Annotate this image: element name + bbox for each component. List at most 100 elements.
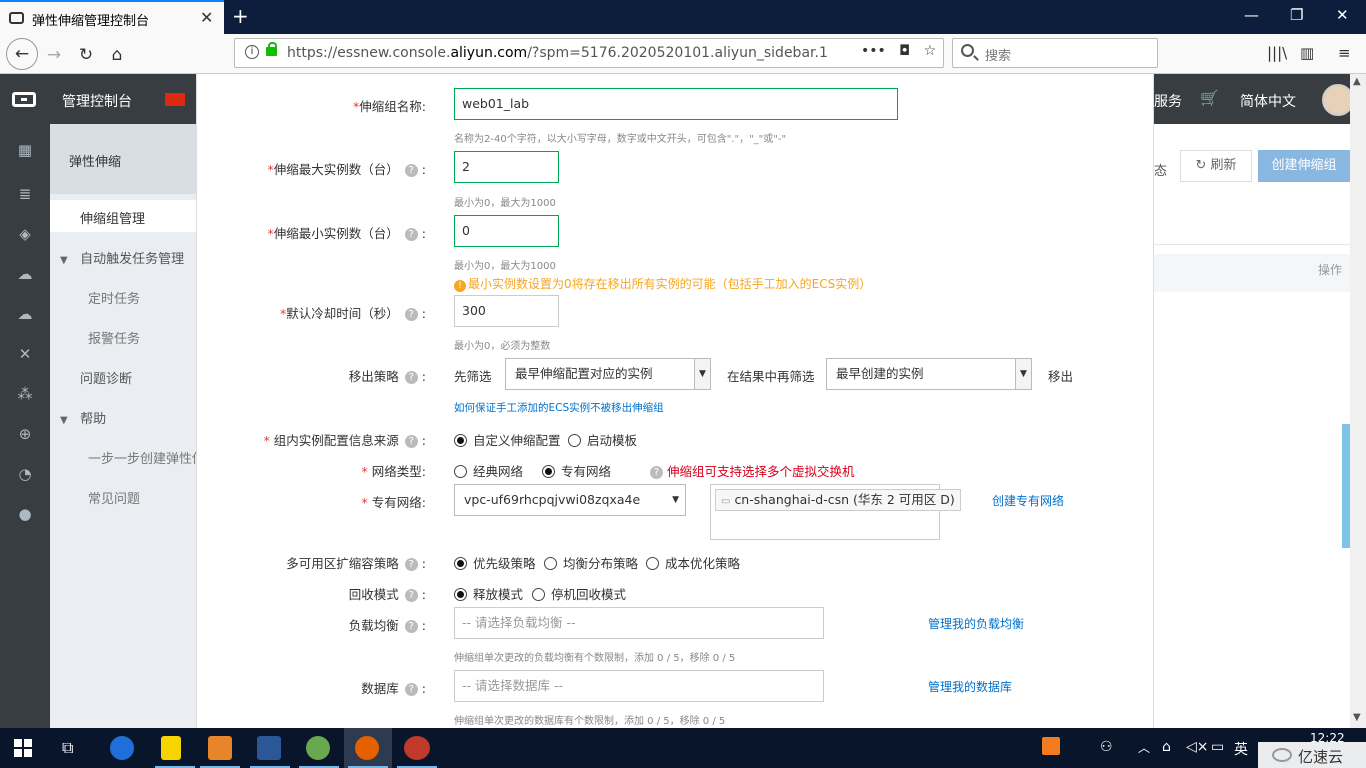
sidebar-item-alarm-tasks[interactable]: 报警任务 (88, 328, 140, 347)
url-text[interactable]: https://essnew.console.aliyun.com/?spm=5… (287, 45, 827, 61)
new-tab-icon[interactable]: + (232, 4, 249, 28)
help-icon[interactable]: ? (404, 308, 418, 321)
circle-icon[interactable]: ● (17, 506, 33, 522)
bookmark-star-icon[interactable]: ☆ (924, 43, 937, 59)
sidebar-item-auto-tasks[interactable]: ▼ 自动触发任务管理 (60, 248, 184, 267)
info-icon[interactable]: i (245, 45, 259, 59)
help-icon[interactable]: ? (404, 620, 418, 633)
color-app-icon[interactable] (306, 736, 330, 760)
gauge-icon[interactable]: ◔ (17, 466, 33, 482)
radio-balanced-policy[interactable]: 均衡分布策略 (544, 553, 638, 572)
minimize-icon[interactable]: — (1244, 6, 1259, 24)
manage-database-link[interactable]: 管理我的数据库 (928, 678, 1012, 695)
manage-load-balancer-link[interactable]: 管理我的负载均衡 (928, 615, 1024, 632)
help-icon[interactable]: ? (404, 683, 418, 696)
radio-custom-config[interactable]: 自定义伸缩配置 (454, 430, 561, 449)
scroll-up-icon[interactable]: ▲ (1353, 76, 1361, 87)
show-hidden-icons-icon[interactable]: ︿ (1138, 739, 1150, 756)
sidebar-item-scheduled-tasks[interactable]: 定时任务 (88, 288, 140, 307)
max-instances-input[interactable]: 2 (454, 151, 559, 183)
create-vpc-link[interactable]: 创建专有网络 (992, 492, 1064, 509)
address-bar[interactable]: i https://essnew.console.aliyun.com/?spm… (234, 38, 944, 68)
sidebar-item-help[interactable]: ▼ 帮助 (60, 408, 106, 427)
help-icon[interactable]: ? (404, 435, 418, 448)
ie-icon[interactable] (110, 736, 134, 760)
refresh-button[interactable]: ↻ 刷新 (1180, 150, 1252, 182)
sidebar-item-diagnosis[interactable]: 问题诊断 (80, 368, 132, 387)
help-icon[interactable]: ? (650, 466, 663, 479)
scroll-down-icon[interactable]: ▼ (1353, 712, 1361, 723)
more-actions-icon[interactable]: ••• (861, 43, 886, 59)
vswitch-box[interactable]: ▭ cn-shanghai-d-csn (华东 2 可用区 D) (710, 484, 961, 540)
radio-priority-policy[interactable]: 优先级策略 (454, 553, 536, 572)
people-icon[interactable]: ⚇ (1100, 739, 1113, 755)
radio-vpc[interactable]: 专有网络 (542, 461, 611, 480)
load-balancer-select[interactable]: -- 请选择负载均衡 -- (454, 607, 824, 639)
network-icon[interactable]: ⌂ (1162, 739, 1171, 755)
help-icon[interactable]: ? (404, 228, 418, 241)
vswitch-tag[interactable]: ▭ cn-shanghai-d-csn (华东 2 可用区 D) (715, 489, 961, 511)
shield-icon[interactable]: ◈ (17, 226, 33, 242)
server-icon[interactable]: ≣ (17, 186, 33, 202)
library-icon[interactable]: |||\ (1267, 44, 1287, 62)
help-icon[interactable]: ? (404, 558, 418, 571)
word-icon[interactable] (257, 736, 281, 760)
create-group-button[interactable]: 创建伸缩组 (1258, 150, 1350, 182)
floating-feedback-tab[interactable] (1342, 424, 1350, 548)
globe-icon[interactable]: ⊕ (17, 426, 33, 442)
first-filter-select[interactable]: 最早伸缩配置对应的实例 ▼ (505, 358, 711, 390)
input-method[interactable]: 英 (1234, 739, 1248, 759)
display-icon[interactable]: ▭ (1211, 739, 1224, 755)
removal-help-link[interactable]: 如何保证手工添加的ECS实例不被移出伸缩组 (454, 400, 664, 415)
back-arrow-icon[interactable]: ← (6, 38, 38, 70)
language-switch[interactable]: 简体中文 (1240, 91, 1296, 111)
home-icon[interactable]: ⌂ (105, 43, 129, 67)
aliyun-logo-icon[interactable] (12, 92, 36, 107)
outlook-icon[interactable] (208, 736, 232, 760)
sidebar-item-faq[interactable]: 常见问题 (88, 488, 140, 507)
tab-close-icon[interactable]: ✕ (200, 8, 213, 27)
help-icon[interactable]: ? (404, 164, 418, 177)
sticky-notes-icon[interactable] (161, 736, 181, 760)
window-close-icon[interactable]: ✕ (1336, 6, 1349, 24)
search-bar[interactable]: 搜索 (952, 38, 1158, 68)
browser-tab[interactable]: 弹性伸缩管理控制台 ✕ (0, 0, 224, 34)
radio-launch-template[interactable]: 启动模板 (568, 430, 637, 449)
help-icon[interactable]: ? (404, 371, 418, 384)
vpc-select[interactable]: vpc-uf69rhcpqjvwi08zqxa4e ▼ (454, 484, 686, 516)
restore-icon[interactable]: ❐ (1290, 6, 1303, 24)
page-scrollbar[interactable]: ▲ ▼ (1350, 74, 1366, 728)
cloud-upload-icon[interactable]: ☁ (17, 306, 33, 322)
then-filter-select[interactable]: 最早创建的实例 ▼ (826, 358, 1032, 390)
cluster-icon[interactable]: ⁂ (17, 386, 33, 402)
volume-icon[interactable]: ◁× (1186, 739, 1209, 755)
radio-release-mode[interactable]: 释放模式 (454, 584, 523, 603)
sidebar-item-group-management[interactable]: 伸缩组管理 (80, 208, 145, 227)
min-instances-input[interactable]: 0 (454, 215, 559, 247)
tools-icon[interactable]: ✕ (17, 346, 33, 362)
task-view-icon[interactable]: ⧉ (62, 738, 73, 758)
services-link[interactable]: 服务 (1154, 91, 1182, 111)
database-select[interactable]: -- 请选择数据库 -- (454, 670, 824, 702)
windows-start-icon[interactable] (14, 739, 32, 757)
grid-icon[interactable]: ▦ (17, 142, 33, 158)
radio-cost-policy[interactable]: 成本优化策略 (646, 553, 740, 572)
screenshot-app-icon[interactable] (404, 736, 430, 760)
pocket-icon[interactable]: ◘ (899, 43, 910, 59)
china-flag-icon[interactable] (165, 93, 185, 106)
reload-icon[interactable]: ↻ (74, 43, 98, 67)
help-icon[interactable]: ? (404, 589, 418, 602)
cloud-icon[interactable]: ☁ (17, 266, 33, 282)
menu-icon[interactable]: ≡ (1338, 44, 1351, 62)
console-link[interactable]: 管理控制台 (62, 91, 132, 111)
radio-stop-mode[interactable]: 停机回收模式 (532, 584, 626, 603)
sidebar-item-step-guide[interactable]: 一步一步创建弹性伸 (88, 448, 205, 467)
cart-icon[interactable]: 🛒 (1200, 89, 1219, 107)
forward-arrow-icon[interactable]: → (42, 43, 66, 67)
cooldown-input[interactable]: 300 (454, 295, 559, 327)
page-actions[interactable]: ••• ◘ ☆ (861, 43, 936, 59)
radio-classic-network[interactable]: 经典网络 (454, 461, 523, 480)
notification-app-icon[interactable] (1042, 737, 1060, 755)
sidebar-toggle-icon[interactable]: ▥ (1300, 44, 1314, 62)
firefox-icon[interactable] (355, 736, 379, 760)
